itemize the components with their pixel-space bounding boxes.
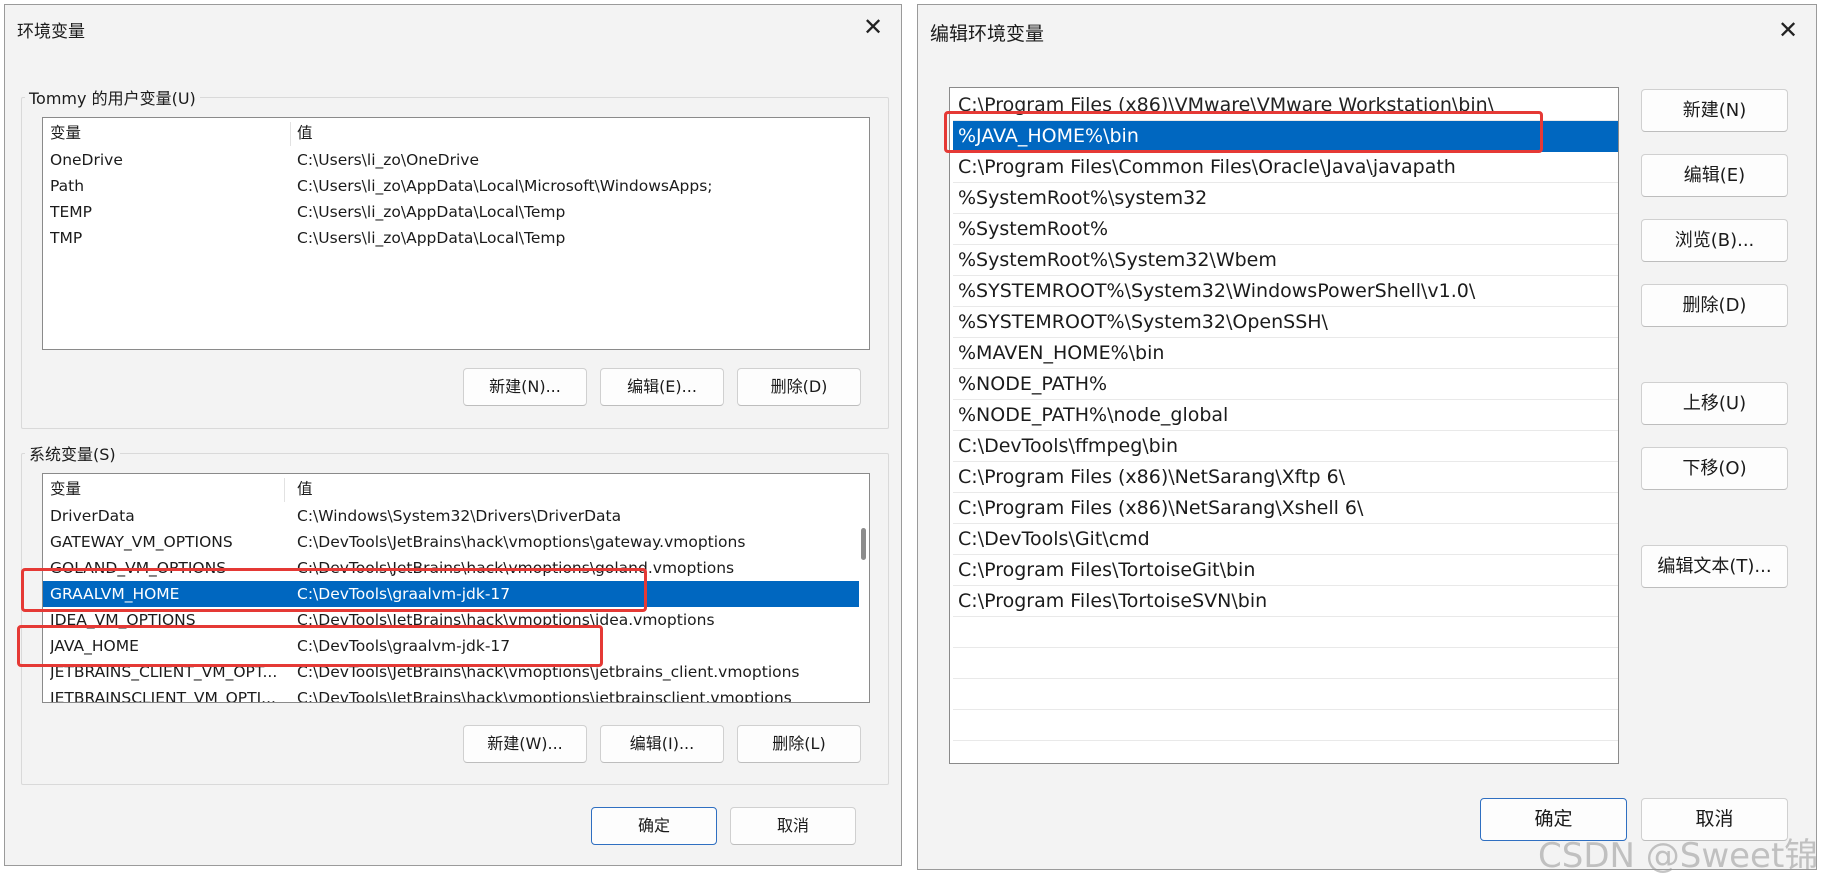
table-row[interactable]: DriverData C:\Windows\System32\Drivers\Dr… bbox=[43, 503, 859, 529]
user-delete-button[interactable]: 删除(D) bbox=[737, 368, 861, 406]
path-entry[interactable]: %NODE_PATH%\node_global bbox=[953, 400, 1618, 431]
path-entry[interactable] bbox=[953, 679, 1618, 710]
variable-name: JETBRAINSCLIENT_VM_OPTI... bbox=[50, 689, 276, 703]
table-row[interactable]: JETBRAINSCLIENT_VM_OPTI... C:\DevTools\Je… bbox=[43, 685, 859, 703]
path-entry[interactable]: %SYSTEMROOT%\System32\WindowsPowerShell\… bbox=[953, 276, 1618, 307]
path-entry[interactable] bbox=[953, 741, 1618, 763]
path-entry[interactable]: C:\DevTools\ffmpeg\bin bbox=[953, 431, 1618, 462]
path-entry[interactable]: %NODE_PATH% bbox=[953, 369, 1618, 400]
highlight-box-java-home bbox=[17, 625, 603, 667]
user-variables-list[interactable]: 变量 值 OneDrive C:\Users\li_zo\OneDrive Path… bbox=[42, 117, 870, 350]
column-header-variable[interactable]: 变量 bbox=[50, 476, 290, 503]
variable-value: C:\Users\li_zo\AppData\Local\Temp bbox=[297, 229, 566, 247]
system-variables-legend: 系统变量(S) bbox=[29, 445, 116, 464]
dialog-title: 编辑环境变量 bbox=[930, 23, 1045, 45]
variable-name: Path bbox=[50, 177, 85, 195]
variable-value: C:\Users\li_zo\OneDrive bbox=[297, 151, 479, 169]
path-entry[interactable]: %SYSTEMROOT%\System32\OpenSSH\ bbox=[953, 307, 1618, 338]
path-entries: C:\Program Files (x86)\VMware\VMware Wor… bbox=[953, 90, 1618, 763]
highlight-box-java-home-bin bbox=[944, 111, 1543, 153]
cancel-button[interactable]: 取消 bbox=[730, 807, 856, 845]
system-new-button[interactable]: 新建(W)... bbox=[463, 725, 587, 763]
path-entry[interactable] bbox=[953, 710, 1618, 741]
column-header-value[interactable]: 值 bbox=[297, 120, 313, 147]
variable-value: C:\Users\li_zo\AppData\Local\Microsoft\W… bbox=[297, 177, 713, 195]
variable-name: TEMP bbox=[50, 203, 92, 221]
path-entry[interactable]: C:\Program Files\Common Files\Oracle\Jav… bbox=[953, 152, 1618, 183]
user-edit-button[interactable]: 编辑(E)... bbox=[600, 368, 724, 406]
edit-environment-variable-dialog: 编辑环境变量 ✕ C:\Program Files (x86)\VMware\V… bbox=[917, 4, 1817, 870]
table-header: 变量 值 bbox=[43, 476, 859, 503]
variable-value: C:\DevTools\JetBrains\hack\vmoptions\gat… bbox=[297, 533, 746, 551]
variable-name: DriverData bbox=[50, 507, 135, 525]
path-entry[interactable]: %SystemRoot%\System32\Wbem bbox=[953, 245, 1618, 276]
scrollbar-thumb[interactable] bbox=[861, 528, 866, 560]
environment-variables-dialog: 环境变量 ✕ Tommy 的用户变量(U) 变量 值 OneDrive C:\Us… bbox=[4, 4, 902, 866]
variable-name: OneDrive bbox=[50, 151, 123, 169]
user-new-button[interactable]: 新建(N)... bbox=[463, 368, 587, 406]
title-bar: 编辑环境变量 ✕ bbox=[918, 5, 1816, 51]
new-path-button[interactable]: 新建(N) bbox=[1641, 89, 1788, 132]
variable-value: C:\DevTools\JetBrains\hack\vmoptions\jet… bbox=[297, 689, 792, 703]
path-list[interactable]: C:\Program Files (x86)\VMware\VMware Wor… bbox=[949, 87, 1619, 764]
title-bar: 环境变量 ✕ bbox=[5, 5, 901, 51]
variable-name: GATEWAY_VM_OPTIONS bbox=[50, 533, 233, 551]
browse-button[interactable]: 浏览(B)... bbox=[1641, 219, 1788, 262]
edit-text-button[interactable]: 编辑文本(T)... bbox=[1641, 545, 1788, 588]
dialog-title: 环境变量 bbox=[17, 22, 85, 42]
variable-value: C:\Windows\System32\Drivers\DriverData bbox=[297, 507, 622, 525]
watermark: CSDN @Sweet锦 bbox=[1538, 836, 1819, 876]
column-header-variable[interactable]: 变量 bbox=[50, 120, 290, 147]
column-divider[interactable] bbox=[284, 478, 285, 502]
table-row[interactable]: GATEWAY_VM_OPTIONS C:\DevTools\JetBrains\… bbox=[43, 529, 859, 555]
ok-button[interactable]: 确定 bbox=[591, 807, 717, 845]
delete-path-button[interactable]: 删除(D) bbox=[1641, 284, 1788, 327]
highlight-box-graalvm-home bbox=[21, 568, 647, 612]
user-variables-legend: Tommy 的用户变量(U) bbox=[29, 89, 196, 108]
path-entry[interactable]: C:\DevTools\Git\cmd bbox=[953, 524, 1618, 555]
path-entry[interactable]: C:\Program Files\TortoiseSVN\bin bbox=[953, 586, 1618, 617]
path-entry[interactable]: %SystemRoot% bbox=[953, 214, 1618, 245]
path-entry[interactable]: %SystemRoot%\system32 bbox=[953, 183, 1618, 214]
edit-path-button[interactable]: 编辑(E) bbox=[1641, 154, 1788, 197]
close-icon[interactable]: ✕ bbox=[857, 12, 889, 44]
path-entry[interactable]: %MAVEN_HOME%\bin bbox=[953, 338, 1618, 369]
move-up-button[interactable]: 上移(U) bbox=[1641, 382, 1788, 425]
variable-name: TMP bbox=[50, 229, 83, 247]
path-entry[interactable] bbox=[953, 617, 1618, 648]
move-down-button[interactable]: 下移(O) bbox=[1641, 447, 1788, 490]
column-header-value[interactable]: 值 bbox=[297, 476, 313, 503]
system-delete-button[interactable]: 删除(L) bbox=[737, 725, 861, 763]
system-edit-button[interactable]: 编辑(I)... bbox=[600, 725, 724, 763]
close-icon[interactable]: ✕ bbox=[1772, 15, 1804, 47]
path-entry[interactable] bbox=[953, 648, 1618, 679]
column-divider[interactable] bbox=[290, 122, 291, 146]
path-entry[interactable]: C:\Program Files (x86)\NetSarang\Xftp 6\ bbox=[953, 462, 1618, 493]
variable-value: C:\Users\li_zo\AppData\Local\Temp bbox=[297, 203, 566, 221]
path-entry[interactable]: C:\Program Files\TortoiseGit\bin bbox=[953, 555, 1618, 586]
path-entry[interactable]: C:\Program Files (x86)\NetSarang\Xshell … bbox=[953, 493, 1618, 524]
